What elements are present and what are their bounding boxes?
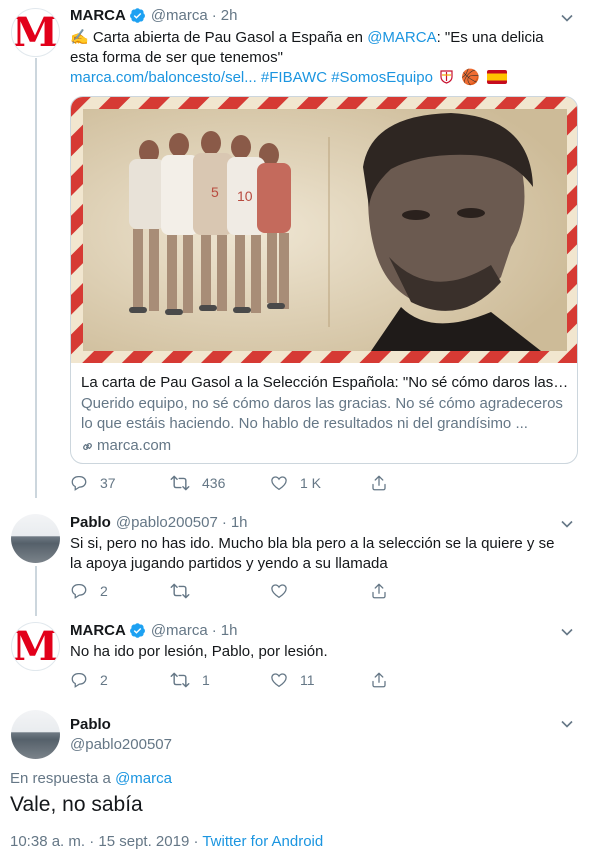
- card-body: La carta de Pau Gasol a la Selección Esp…: [81, 373, 569, 456]
- verified-icon: [129, 623, 145, 638]
- svg-text:10: 10: [237, 188, 253, 204]
- reply-button[interactable]: 37: [70, 474, 170, 492]
- display-name[interactable]: Pablo: [70, 716, 111, 733]
- share-button[interactable]: [370, 582, 470, 600]
- like-button[interactable]: 11: [270, 671, 370, 689]
- display-name[interactable]: Pablo: [70, 514, 111, 531]
- basketball-emoji-icon: 🏀: [461, 69, 480, 86]
- url-link[interactable]: marca.com/baloncesto/sel...: [70, 69, 257, 86]
- avatar[interactable]: M: [11, 8, 60, 57]
- like-count: 1 K: [300, 475, 322, 491]
- source-app-link[interactable]: Twitter for Android: [202, 833, 323, 850]
- retweet-button[interactable]: [170, 582, 270, 600]
- card-description: Querido equipo, no sé cómo daros las gra…: [81, 395, 563, 432]
- reply-prefix: En respuesta a: [10, 770, 116, 787]
- reply-icon: [71, 583, 87, 599]
- display-name[interactable]: MARCA: [70, 7, 126, 24]
- link-card[interactable]: 5 10 La carta de Pau Gasol a la Selecció…: [70, 96, 578, 464]
- tweet-actions: 37 436 1 K: [70, 474, 470, 492]
- timestamp[interactable]: 2h: [221, 7, 238, 24]
- like-button[interactable]: 1 K: [270, 474, 370, 492]
- full-timestamp[interactable]: 10:38 a. m. · 15 sept. 2019 ·: [10, 833, 202, 850]
- tweet-header: MARCA @marca · 2h: [70, 7, 237, 24]
- retweet-icon: [170, 583, 190, 599]
- reply-icon: [71, 475, 87, 491]
- avatar[interactable]: [11, 710, 60, 759]
- card-title: La carta de Pau Gasol a la Selección Esp…: [81, 374, 569, 391]
- link-icon: [83, 442, 92, 450]
- tweet-text-part: ✍️ Carta abierta de Pau Gasol a España e…: [70, 29, 368, 46]
- like-count: 11: [300, 672, 315, 688]
- reply-context: En respuesta a @marca: [10, 770, 172, 787]
- reply-icon: [71, 672, 87, 688]
- share-button[interactable]: [370, 671, 470, 689]
- chevron-down-icon[interactable]: [560, 717, 574, 731]
- avatar[interactable]: M: [11, 622, 60, 671]
- tweet-actions: 2: [70, 582, 470, 600]
- tweet-text: Si si, pero no has ido. Mucho bla bla pe…: [70, 535, 555, 572]
- spain-flag-icon: [487, 70, 508, 84]
- svg-text:5: 5: [211, 184, 219, 200]
- chevron-down-icon[interactable]: [560, 11, 574, 25]
- reply-button[interactable]: 2: [70, 671, 170, 689]
- retweet-count: 1: [202, 672, 210, 688]
- hashtag-link[interactable]: #FIBAWC: [261, 69, 327, 86]
- user-handle[interactable]: @pablo200507: [70, 736, 172, 753]
- chevron-down-icon[interactable]: [560, 625, 574, 639]
- card-domain: marca.com: [81, 436, 569, 456]
- reply-count: 2: [100, 583, 108, 599]
- reply-count: 37: [100, 475, 116, 491]
- heart-icon: [271, 476, 287, 491]
- reply-button[interactable]: 2: [70, 582, 170, 600]
- share-icon: [372, 583, 386, 599]
- avatar[interactable]: [11, 514, 60, 563]
- mention-link[interactable]: @marca: [115, 770, 172, 787]
- separator-dot: ·: [211, 622, 217, 639]
- chevron-down-icon[interactable]: [560, 517, 574, 531]
- user-handle[interactable]: @marca: [151, 7, 208, 24]
- user-handle[interactable]: @marca: [151, 622, 208, 639]
- heart-icon: [271, 673, 287, 688]
- marca-logo: M: [12, 8, 59, 56]
- reply-count: 2: [100, 672, 108, 688]
- card-image: 5 10: [71, 97, 577, 363]
- tweet-header: MARCA @marca · 1h: [70, 622, 237, 639]
- card-illustration: 5 10: [71, 97, 577, 363]
- thread-line: [35, 58, 37, 498]
- like-button[interactable]: [270, 582, 370, 600]
- card-domain-text: marca.com: [97, 437, 172, 454]
- tweet-text: No ha ido por lesión, Pablo, por lesión.: [70, 643, 328, 660]
- retweet-count: 436: [202, 475, 226, 491]
- hashtag-link[interactable]: #SomosEquipo: [331, 69, 433, 86]
- tweet-header: Pablo @pablo200507 · 1h: [70, 514, 248, 531]
- retweet-icon: [170, 672, 190, 688]
- user-handle[interactable]: @pablo200507: [116, 514, 218, 531]
- main-tweet-text: Vale, no sabía: [10, 793, 143, 816]
- thread-line: [35, 566, 37, 616]
- share-button[interactable]: [370, 474, 470, 492]
- display-name[interactable]: MARCA: [70, 622, 126, 639]
- separator-dot: ·: [211, 7, 217, 24]
- marca-logo: M: [12, 622, 59, 670]
- heart-icon: [271, 584, 287, 599]
- retweet-button[interactable]: 436: [170, 474, 270, 492]
- share-icon: [372, 672, 386, 688]
- mention-link[interactable]: @MARCA: [367, 29, 436, 46]
- retweet-icon: [170, 475, 190, 491]
- timestamp[interactable]: 1h: [221, 622, 238, 639]
- tweet-meta: 10:38 a. m. · 15 sept. 2019 · Twitter fo…: [10, 833, 323, 850]
- share-icon: [372, 475, 386, 491]
- retweet-button[interactable]: 1: [170, 671, 270, 689]
- tweet-text: ✍️ Carta abierta de Pau Gasol a España e…: [70, 28, 575, 88]
- emblem-emoji-icon: [440, 70, 453, 84]
- timestamp[interactable]: 1h: [231, 514, 248, 531]
- verified-icon: [129, 8, 145, 23]
- separator-dot: ·: [221, 514, 227, 531]
- tweet-actions: 2 1 11: [70, 671, 470, 689]
